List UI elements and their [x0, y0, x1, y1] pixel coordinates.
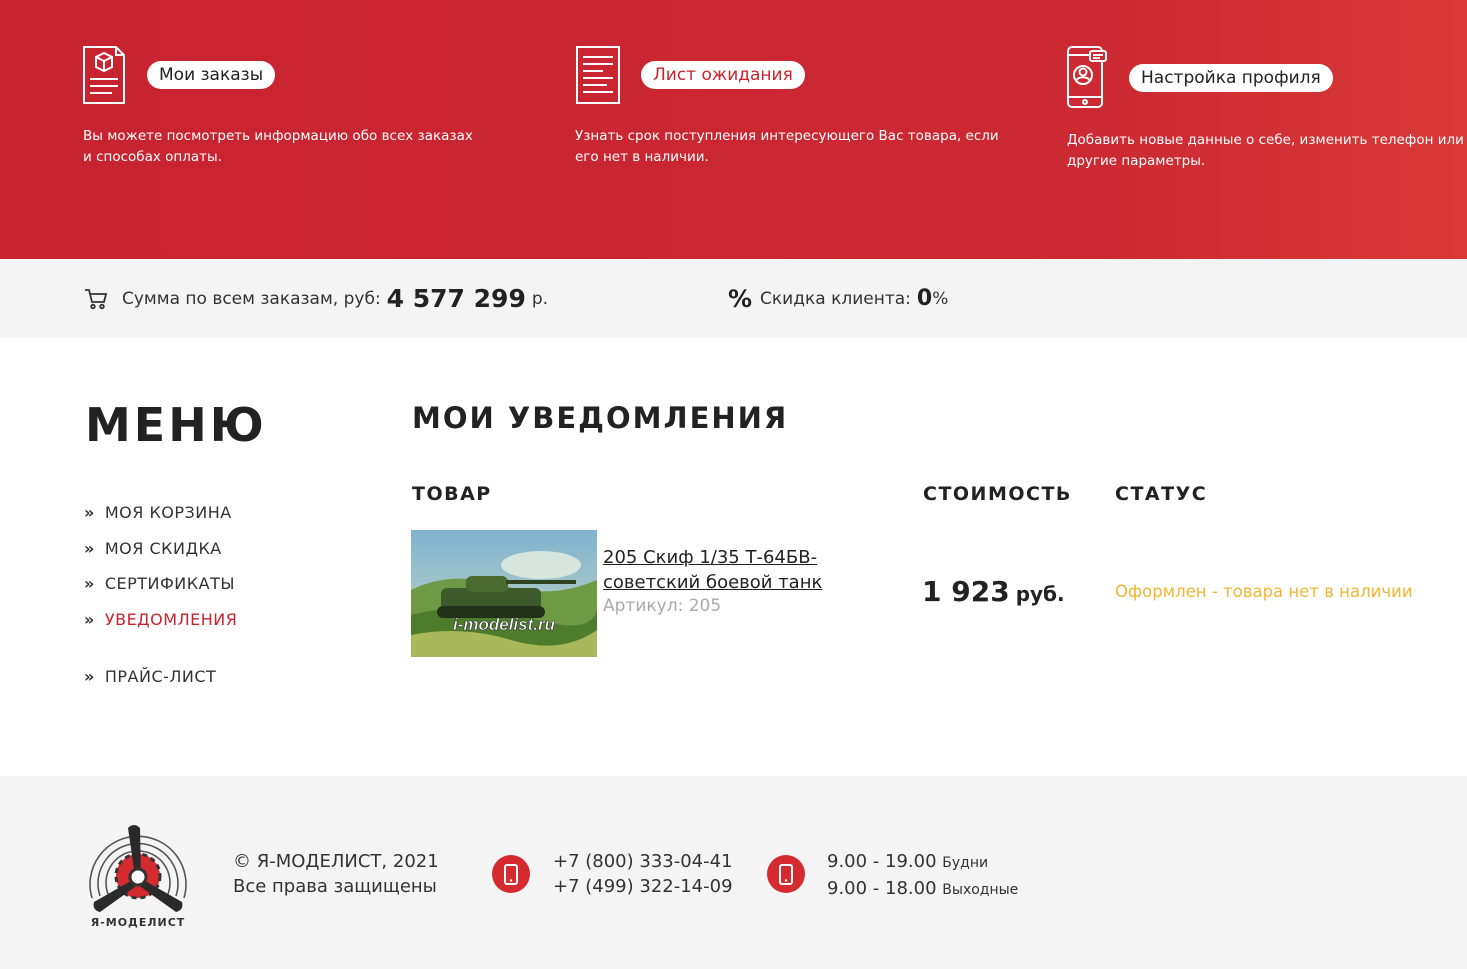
client-discount: % Скидка клиента: 0 %: [728, 259, 948, 338]
phones-block: +7 (800) 333-04-41 +7 (499) 322-14-09: [553, 849, 733, 899]
chevron-right-icon: »: [84, 503, 95, 522]
menu-item-label: МОЯ СКИДКА: [104, 539, 222, 558]
chevron-right-icon: »: [84, 667, 95, 686]
menu-item-cart[interactable]: » МОЯ КОРЗИНА: [84, 503, 232, 522]
footer: [0, 776, 1467, 969]
orders-total: Сумма по всем заказам, руб: 4 577 299 р.: [84, 259, 548, 338]
copyright-block: © Я-МОДЕЛИСТ, 2021 Все права защищены: [233, 849, 439, 899]
profile-settings-label: Настройка профиля: [1141, 68, 1321, 88]
discount-unit: %: [932, 288, 949, 309]
clock-phone-icon: [766, 854, 806, 898]
menu-item-label: МОЯ КОРЗИНА: [104, 503, 232, 522]
product-sku: Артикул: 205: [603, 596, 722, 616]
hours-weekdays-time: 9.00 - 19.00: [827, 851, 937, 872]
phone-icon: [491, 854, 531, 898]
phone-number-main[interactable]: +7 (800) 333-04-41: [553, 849, 733, 874]
site-logo[interactable]: Я-МОДЕЛИСТ: [80, 820, 196, 936]
rights-text: Все права защищены: [233, 876, 437, 897]
menu-item-notifications[interactable]: » УВЕДОМЛЕНИЯ: [84, 610, 237, 629]
cart-icon: [84, 288, 108, 310]
orders-total-unit: р.: [531, 288, 549, 309]
working-hours-block: 9.00 - 19.00 Будни 9.00 - 18.00 Выходные: [827, 849, 1018, 903]
orders-total-value: 4 577 299: [386, 284, 526, 313]
phone-number-moscow[interactable]: +7 (499) 322-14-09: [553, 874, 733, 899]
menu-item-label: ПРАЙС-ЛИСТ: [104, 667, 217, 686]
discount-label: Скидка клиента:: [760, 288, 911, 309]
menu-item-label: УВЕДОМЛЕНИЯ: [104, 610, 238, 629]
hours-weekdays: 9.00 - 19.00 Будни: [827, 849, 1018, 876]
column-header-price: СТОИМОСТЬ: [923, 483, 1072, 505]
discount-value: 0: [916, 286, 933, 311]
menu-item-discount[interactable]: » МОЯ СКИДКА: [84, 539, 222, 558]
document-box-icon[interactable]: [82, 45, 126, 105]
my-orders-description: Вы можете посмотреть информацию обо всех…: [83, 128, 473, 165]
hours-weekends: 9.00 - 18.00 Выходные: [827, 876, 1018, 903]
status-text: Оформлен - товара нет в наличии: [1115, 582, 1413, 601]
price-currency: руб.: [1015, 582, 1065, 606]
phone-profile-icon[interactable]: [1066, 45, 1108, 109]
account-banner: Мои заказы Вы можете посмотреть информац…: [0, 0, 1467, 259]
product-price: 1 923 руб.: [922, 575, 1065, 608]
menu-title: МЕНЮ: [85, 398, 267, 452]
price-value: 1 923: [922, 575, 1010, 608]
list-document-icon[interactable]: [575, 45, 621, 105]
copyright-text: © Я-МОДЕЛИСТ, 2021: [233, 851, 439, 872]
waitlist-link[interactable]: Лист ожидания: [641, 61, 805, 89]
chevron-right-icon: »: [84, 610, 95, 629]
profile-settings-link[interactable]: Настройка профиля: [1129, 64, 1333, 92]
hours-weekends-time: 9.00 - 18.00: [827, 878, 937, 899]
menu-item-price-list[interactable]: » ПРАЙС-ЛИСТ: [84, 667, 216, 686]
profile-settings-description: Добавить новые данные о себе, изменить т…: [1067, 132, 1464, 169]
my-orders-link[interactable]: Мои заказы: [147, 61, 276, 89]
orders-total-label: Сумма по всем заказам, руб:: [122, 288, 381, 309]
product-link[interactable]: 205 Скиф 1/35 Т-64БВ-советский боевой та…: [603, 545, 843, 595]
logo-text: Я-МОДЕЛИСТ: [91, 916, 186, 929]
waitlist-description: Узнать срок поступления интересующего Ва…: [575, 128, 999, 165]
menu-item-label: СЕРТИФИКАТЫ: [104, 574, 235, 593]
my-orders-label: Мои заказы: [159, 65, 264, 85]
chevron-right-icon: »: [84, 539, 95, 558]
column-header-status: СТАТУС: [1115, 483, 1208, 505]
column-header-product: ТОВАР: [412, 483, 492, 505]
chevron-right-icon: »: [84, 574, 95, 593]
waitlist-label: Лист ожидания: [653, 65, 793, 85]
hours-weekdays-label: Будни: [942, 855, 989, 871]
menu-item-certificates[interactable]: » СЕРТИФИКАТЫ: [84, 574, 235, 593]
product-thumbnail[interactable]: i-modelist.ru: [411, 530, 597, 657]
hours-weekends-label: Выходные: [942, 882, 1019, 898]
notifications-title: МОИ УВЕДОМЛЕНИЯ: [412, 401, 789, 435]
thumbnail-watermark: i-modelist.ru: [453, 615, 556, 634]
percent-icon: %: [728, 284, 753, 313]
stats-bar: Сумма по всем заказам, руб: 4 577 299 р.…: [0, 259, 1467, 338]
